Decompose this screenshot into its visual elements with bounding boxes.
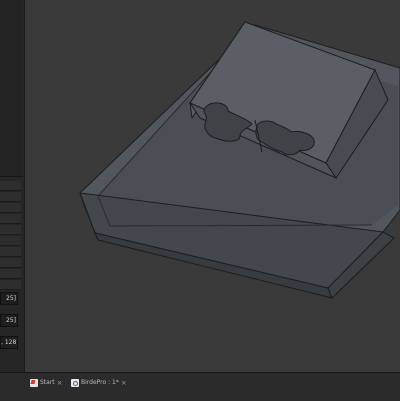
close-icon[interactable]: × [121,379,127,387]
vector-field[interactable]: 25] [0,292,18,305]
model-render [79,20,400,299]
tab-start[interactable]: Start × [30,376,63,389]
property-row[interactable] [0,203,21,213]
property-row[interactable] [0,192,21,202]
close-icon[interactable]: × [57,379,63,387]
property-row[interactable] [0,181,21,191]
tab-label: Start [40,379,55,386]
vector-field[interactable]: 25] [0,314,18,327]
vector-field[interactable]: , 128] [0,336,18,349]
property-row[interactable] [0,214,21,224]
tab-label: BirdePro : 1* [81,379,119,386]
property-row[interactable] [0,258,21,268]
scene-outliner [0,0,23,177]
tab-document[interactable]: BirdePro : 1* × [71,376,127,389]
property-row[interactable] [0,280,21,290]
app-logo-icon [30,378,38,387]
taskbar: Start × BirdePro : 1* × [0,372,400,401]
document-icon [71,378,79,387]
property-row[interactable] [0,236,21,246]
property-row[interactable] [0,247,21,257]
left-panel: 25] 25] , 128] [0,0,25,372]
3d-viewport[interactable] [25,0,400,372]
property-row[interactable] [0,225,21,235]
property-row[interactable] [0,269,21,279]
